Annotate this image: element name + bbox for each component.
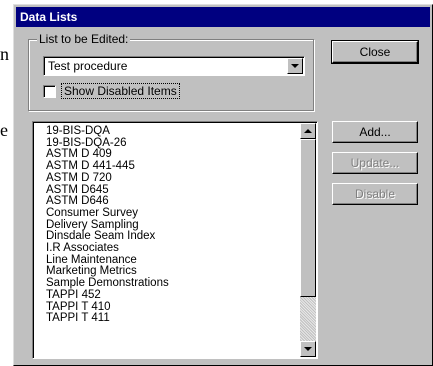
list-item[interactable]: TAPPI 452	[46, 289, 169, 302]
list-select-value: Test procedure	[48, 59, 128, 73]
add-button[interactable]: Add...	[332, 121, 418, 143]
add-button-label: Add...	[359, 125, 391, 139]
list-item[interactable]: 19-BIS-DQA	[46, 125, 169, 138]
close-button-label: Close	[359, 45, 391, 59]
disable-button: Disable	[332, 183, 418, 205]
dropdown-button[interactable]	[287, 58, 303, 74]
background-text: e	[0, 120, 8, 140]
arrow-down-icon	[304, 347, 312, 351]
group-label: List to be Edited:	[37, 32, 131, 46]
disable-button-label: Disable	[354, 187, 396, 201]
show-disabled-checkbox[interactable]	[43, 85, 56, 98]
scroll-thumb[interactable]	[300, 139, 316, 297]
scroll-up-button[interactable]	[300, 123, 316, 139]
vertical-scrollbar[interactable]	[300, 123, 316, 357]
chevron-down-icon	[291, 64, 299, 68]
list-items: 19-BIS-DQA 19-BIS-DQA-26 ASTM D 409 ASTM D …	[46, 125, 169, 325]
list-item[interactable]: I.R Associates	[46, 242, 169, 255]
list-to-edit-group: List to be Edited: Test procedure Show D…	[28, 32, 314, 111]
list-select[interactable]: Test procedure	[43, 56, 305, 76]
data-lists-dialog: Data Lists List to be Edited: Test proce…	[13, 4, 433, 366]
arrow-up-icon	[304, 129, 312, 133]
list-item[interactable]: Consumer Survey	[46, 207, 169, 220]
update-button-label: Update...	[350, 156, 400, 170]
background-text: n	[0, 44, 9, 64]
scroll-down-button[interactable]	[300, 341, 316, 357]
show-disabled-label[interactable]: Show Disabled Items	[61, 83, 180, 99]
data-list-box[interactable]: 19-BIS-DQA 19-BIS-DQA-26 ASTM D 409 ASTM D …	[32, 121, 318, 359]
list-item[interactable]: TAPPI T 411	[46, 313, 169, 325]
update-button: Update...	[332, 152, 418, 174]
list-item[interactable]: ASTM D 720	[46, 172, 169, 185]
close-button[interactable]: Close	[331, 40, 419, 64]
dialog-title: Data Lists	[16, 7, 430, 27]
